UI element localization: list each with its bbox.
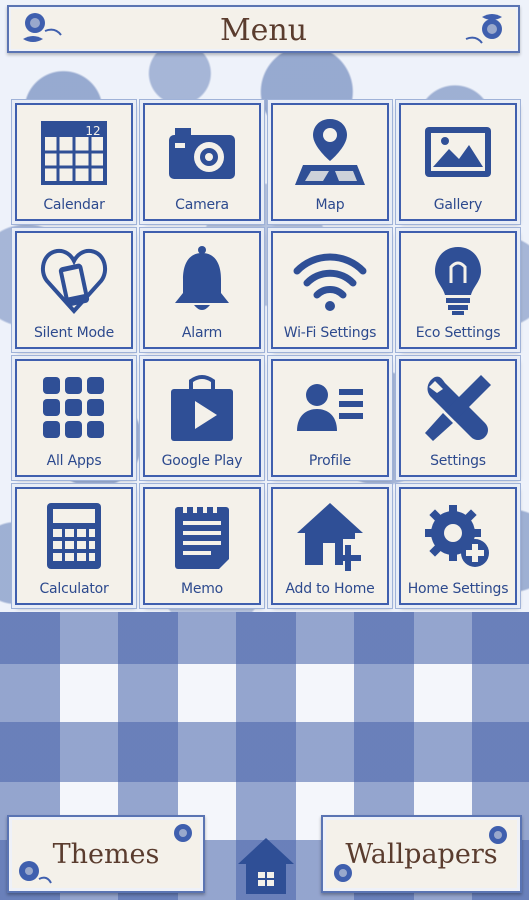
memo-icon <box>165 499 239 573</box>
tile-label: Memo <box>180 581 224 597</box>
tile-calendar[interactable]: 12 Calendar <box>15 103 133 221</box>
tile-label: Settings <box>430 453 486 469</box>
silent-mode-icon <box>37 243 111 317</box>
profile-icon <box>293 371 367 445</box>
home-icon <box>238 838 294 894</box>
tile-all-apps[interactable]: All Apps <box>15 359 133 477</box>
tile-label: Map <box>315 197 345 213</box>
wallpapers-button-label: Wallpapers <box>345 839 498 870</box>
tile-alarm[interactable]: Alarm <box>143 231 261 349</box>
camera-icon <box>165 115 239 189</box>
tile-label: Google Play <box>161 453 243 469</box>
tile-eco-settings[interactable]: Eco Settings <box>399 231 517 349</box>
tile-home-settings[interactable]: Home Settings <box>399 487 517 605</box>
menu-header: Menu <box>7 5 520 53</box>
wallpapers-button[interactable]: Wallpapers <box>321 815 522 893</box>
tile-wifi-settings[interactable]: Wi-Fi Settings <box>271 231 389 349</box>
calendar-icon: 12 <box>37 115 111 189</box>
tile-label: Gallery <box>433 197 483 213</box>
tile-camera[interactable]: Camera <box>143 103 261 221</box>
tile-label: Calendar <box>43 197 105 213</box>
tools-icon <box>421 371 495 445</box>
themes-button[interactable]: Themes <box>7 815 205 893</box>
tile-gallery[interactable]: Gallery <box>399 103 517 221</box>
calendar-badge: 12 <box>85 124 100 138</box>
page-title: Menu <box>219 13 308 48</box>
play-store-icon <box>165 371 239 445</box>
lightbulb-icon <box>421 243 495 317</box>
tile-profile[interactable]: Profile <box>271 359 389 477</box>
add-home-icon <box>293 499 367 573</box>
tile-label: Camera <box>175 197 229 213</box>
tile-silent-mode[interactable]: Silent Mode <box>15 231 133 349</box>
apps-grid-icon <box>37 371 111 445</box>
tile-label: Calculator <box>39 581 109 597</box>
tile-map[interactable]: Map <box>271 103 389 221</box>
tile-label: Silent Mode <box>33 325 115 341</box>
wifi-icon <box>293 243 367 317</box>
gallery-icon <box>421 115 495 189</box>
home-button[interactable] <box>236 834 296 896</box>
tile-add-to-home[interactable]: Add to Home <box>271 487 389 605</box>
bell-icon <box>165 243 239 317</box>
tile-label: All Apps <box>46 453 102 469</box>
tile-label: Eco Settings <box>415 325 501 341</box>
map-icon <box>293 115 367 189</box>
tile-label: Add to Home <box>285 581 375 597</box>
calculator-icon <box>37 499 111 573</box>
tile-settings[interactable]: Settings <box>399 359 517 477</box>
rose-ornament-icon <box>465 14 502 44</box>
tile-label: Profile <box>308 453 352 469</box>
tile-label: Home Settings <box>407 581 509 597</box>
home-settings-icon <box>421 499 495 573</box>
tile-label: Alarm <box>181 325 223 341</box>
tile-calculator[interactable]: Calculator <box>15 487 133 605</box>
tile-google-play[interactable]: Google Play <box>143 359 261 477</box>
themes-button-label: Themes <box>52 839 160 870</box>
tile-label: Wi-Fi Settings <box>283 325 377 341</box>
tile-memo[interactable]: Memo <box>143 487 261 605</box>
